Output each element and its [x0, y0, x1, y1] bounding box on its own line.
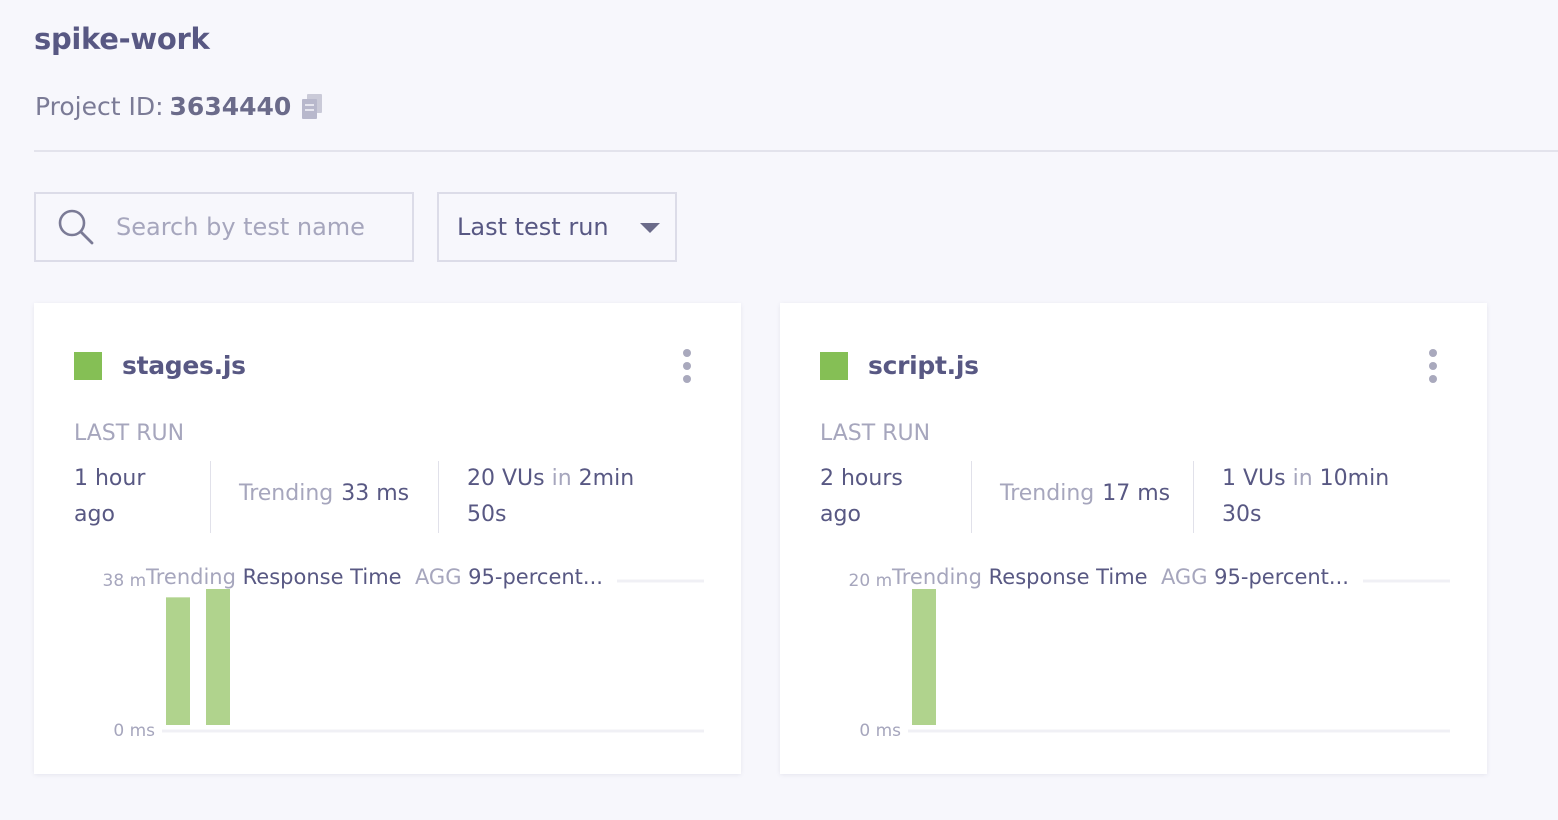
- trending-label: Trending: [239, 481, 334, 506]
- trending-summary: Trending 33 ms: [239, 481, 409, 506]
- trending-value: 17 ms: [1102, 481, 1171, 506]
- vus-in: in: [1292, 466, 1313, 491]
- chart-bar[interactable]: [166, 597, 190, 725]
- last-run-meta: 1 hour ago Trending 33 ms 20 VUs in 2min …: [74, 461, 704, 535]
- vus-duration-cont: 30s: [1222, 502, 1262, 527]
- test-card[interactable]: stages.js LAST RUN 1 hour ago Trending 33…: [34, 303, 741, 774]
- vus-duration-cont: 50s: [467, 502, 507, 527]
- status-indicator: [820, 351, 848, 380]
- run-time-line2: ago: [74, 502, 115, 527]
- vus-count: 20 VUs: [467, 466, 545, 491]
- meta-divider: [210, 461, 211, 533]
- chart-bar[interactable]: [206, 578, 230, 725]
- more-options-icon[interactable]: [677, 349, 697, 383]
- legend-metric: Response Time: [988, 565, 1148, 589]
- chart-legend: Trending Response Time AGG 95-percent...: [146, 565, 617, 589]
- legend-agg-label: AGG: [1160, 565, 1208, 589]
- last-run-meta: 2 hours ago Trending 17 ms 1 VUs in 10min…: [820, 461, 1450, 535]
- search-input[interactable]: [114, 212, 408, 242]
- legend-agg-value: 95-percent...: [1214, 565, 1349, 589]
- last-run-label: LAST RUN: [820, 421, 931, 446]
- test-name[interactable]: script.js: [868, 351, 979, 380]
- meta-divider: [1193, 461, 1194, 533]
- chart-bar[interactable]: [912, 578, 936, 725]
- last-run-label: LAST RUN: [74, 421, 185, 446]
- vus-count: 1 VUs: [1222, 466, 1286, 491]
- card-header: script.js: [820, 351, 979, 380]
- page-title: spike-work: [34, 22, 210, 56]
- header-divider: [34, 150, 1558, 152]
- trending-summary: Trending 17 ms: [1000, 481, 1170, 506]
- vus-duration: 10min: [1319, 466, 1390, 491]
- sort-select-value: Last test run: [457, 213, 609, 241]
- response-time-chart: 20 ms 0 ms Trending Response Time AGG 95-…: [810, 561, 1450, 741]
- vus-duration: 2min: [578, 466, 635, 491]
- test-name[interactable]: stages.js: [122, 351, 246, 380]
- trending-label: Trending: [1000, 481, 1095, 506]
- project-id-row: Project ID: 3634440: [35, 92, 323, 121]
- y-tick-label: 0 ms: [859, 721, 901, 741]
- run-time: 2 hours ago: [820, 461, 940, 533]
- legend-agg-label: AGG: [414, 565, 462, 589]
- legend-trending: Trending: [892, 565, 982, 589]
- chevron-down-icon: [640, 223, 660, 233]
- legend-agg-value: 95-percent...: [468, 565, 603, 589]
- more-options-icon[interactable]: [1423, 349, 1443, 383]
- legend-metric: Response Time: [242, 565, 402, 589]
- run-time-line2: ago: [820, 502, 861, 527]
- card-header: stages.js: [74, 351, 246, 380]
- chart-legend: Trending Response Time AGG 95-percent...: [892, 565, 1363, 589]
- run-time: 1 hour ago: [74, 461, 194, 533]
- status-indicator: [74, 351, 102, 380]
- y-tick-label: 0 ms: [113, 721, 155, 741]
- meta-divider: [438, 461, 439, 533]
- project-id-label: Project ID:: [35, 92, 164, 121]
- meta-divider: [971, 461, 972, 533]
- sort-select[interactable]: Last test run: [437, 192, 677, 262]
- project-page: spike-work Project ID: 3634440 Last test…: [0, 0, 1558, 820]
- trending-value: 33 ms: [341, 481, 410, 506]
- legend-trending: Trending: [146, 565, 236, 589]
- vus-in: in: [551, 466, 572, 491]
- vus-summary: 20 VUs in 2min 50s: [467, 461, 657, 533]
- copy-icon[interactable]: [301, 93, 323, 121]
- run-time-line1: 1 hour: [74, 466, 146, 491]
- vus-summary: 1 VUs in 10min 30s: [1222, 461, 1412, 533]
- run-time-line1: 2 hours: [820, 466, 903, 491]
- project-id-value: 3634440: [169, 92, 292, 121]
- test-card[interactable]: script.js LAST RUN 2 hours ago Trending 1…: [780, 303, 1487, 774]
- search-box[interactable]: [34, 192, 414, 262]
- search-icon: [58, 209, 94, 245]
- response-time-chart: 38 ms 0 ms Trending Response Time AGG 95-…: [64, 561, 704, 741]
